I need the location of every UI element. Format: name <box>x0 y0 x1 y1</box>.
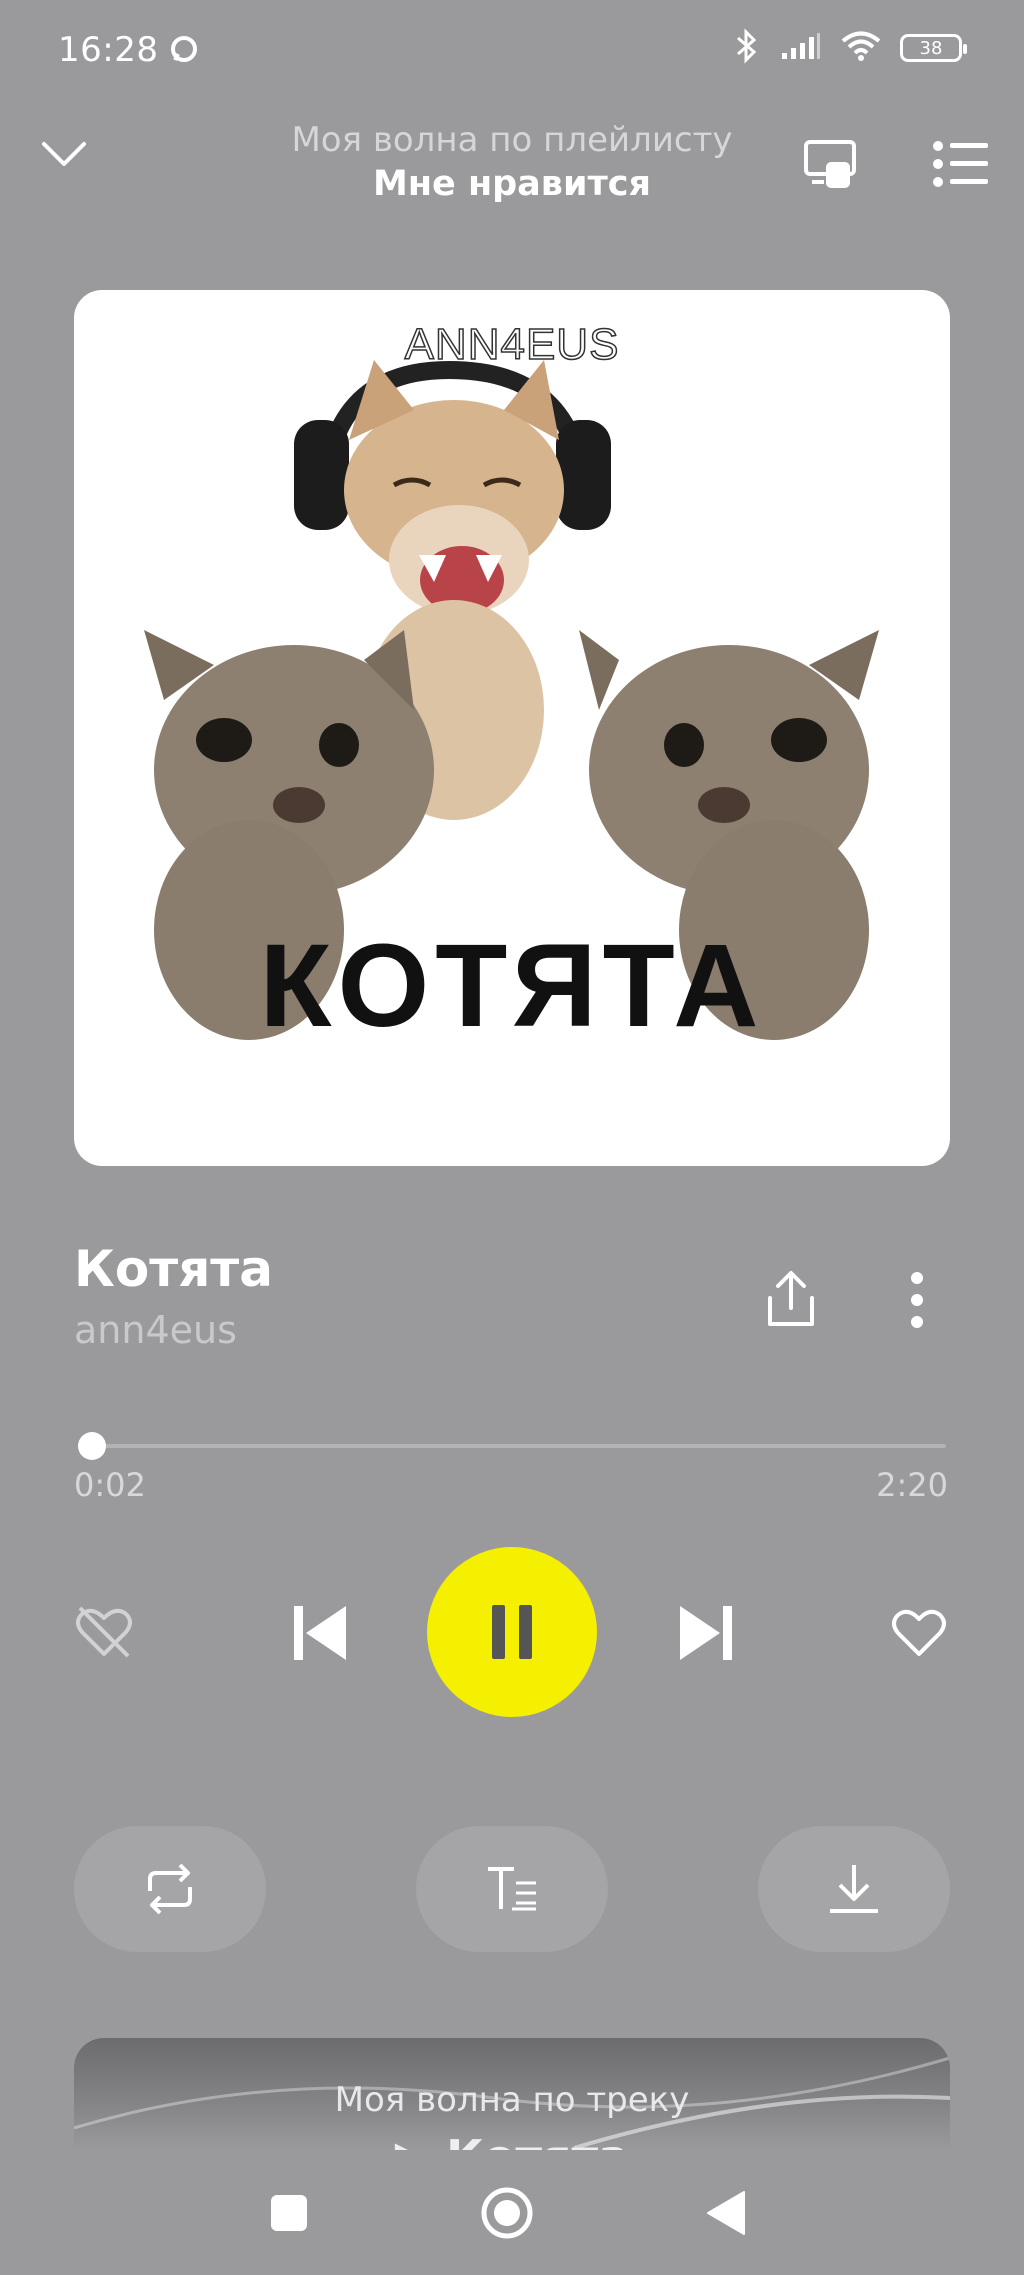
queue-list-icon <box>933 141 988 187</box>
share-button[interactable] <box>762 1268 820 1334</box>
progress-knob[interactable] <box>78 1432 106 1460</box>
battery-indicator: 38 <box>900 34 967 62</box>
signal-icon <box>780 31 822 65</box>
queue-button[interactable] <box>930 138 990 194</box>
circle-icon <box>481 2187 533 2239</box>
bluetooth-icon <box>732 28 762 68</box>
lyrics-icon <box>488 1867 536 1911</box>
heart-broken-icon <box>76 1606 132 1658</box>
repeat-icon <box>148 1863 192 1915</box>
download-button[interactable] <box>758 1826 950 1952</box>
status-time: 16:28 <box>58 30 159 70</box>
dislike-button[interactable] <box>74 1604 134 1664</box>
skip-next-icon <box>680 1606 732 1660</box>
like-button[interactable] <box>890 1606 948 1662</box>
pause-button[interactable] <box>427 1547 597 1717</box>
track-title[interactable]: Котята <box>74 1240 273 1298</box>
artwork-brand-text: ANN4EUS <box>404 319 620 370</box>
playlist-context-title[interactable]: Мне нравится <box>0 164 1024 204</box>
progress-track[interactable] <box>80 1444 946 1448</box>
wave-track: ▶ Котята <box>74 2130 950 2150</box>
share-icon <box>768 1271 814 1326</box>
album-artwork: ANN4EUS КОТЯТА <box>74 290 950 1166</box>
square-icon <box>271 2195 307 2231</box>
lyrics-button[interactable] <box>416 1826 608 1952</box>
wifi-icon <box>840 30 882 66</box>
playlist-context-subtitle: Моя волна по плейлисту <box>291 120 733 160</box>
repeat-button[interactable] <box>74 1826 266 1952</box>
devices-icon <box>804 140 856 188</box>
home-button[interactable] <box>480 2186 534 2244</box>
download-icon <box>830 1865 878 1913</box>
more-vertical-icon <box>911 1272 923 1328</box>
pause-icon <box>492 1605 532 1659</box>
wave-title: Моя волна по треку <box>334 2080 690 2120</box>
skip-previous-icon <box>294 1606 346 1660</box>
cast-device-button[interactable] <box>802 136 860 198</box>
chat-notification-icon <box>168 34 200 70</box>
next-button[interactable] <box>678 1604 734 1666</box>
my-wave-card[interactable]: Моя волна по треку ▶ Котята <box>74 2038 950 2150</box>
current-time: 0:02 <box>74 1466 146 1504</box>
total-time: 2:20 <box>876 1466 948 1504</box>
track-more-button[interactable] <box>902 1270 932 1334</box>
previous-button[interactable] <box>292 1604 348 1666</box>
status-icons: 38 <box>732 28 967 68</box>
recents-button[interactable] <box>270 2194 308 2236</box>
triangle-back-icon <box>707 2191 745 2235</box>
track-artist[interactable]: ann4eus <box>74 1308 237 1352</box>
heart-icon <box>892 1609 946 1656</box>
artwork-title-text: КОТЯТА <box>259 920 765 1052</box>
back-button[interactable] <box>706 2190 746 2240</box>
